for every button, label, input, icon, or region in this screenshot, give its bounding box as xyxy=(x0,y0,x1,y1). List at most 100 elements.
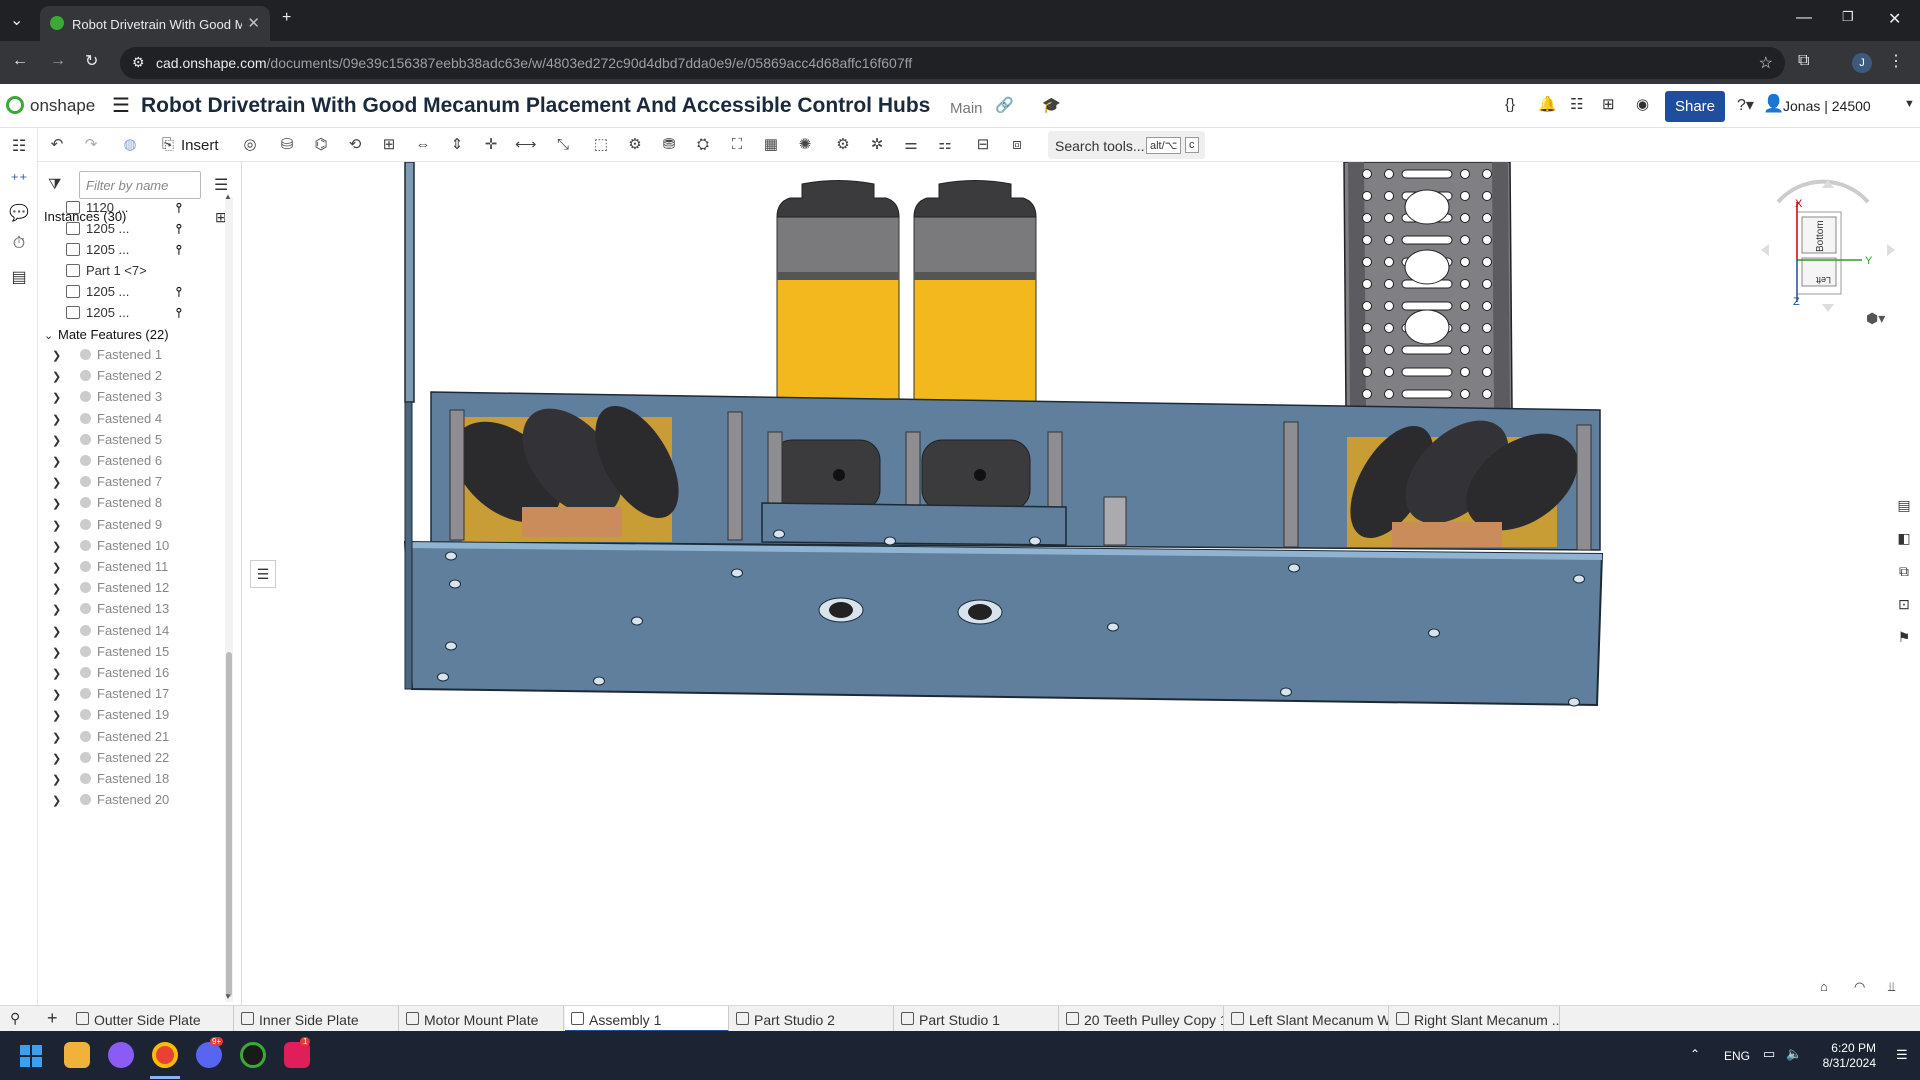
measure-icon[interactable]: ⊟ xyxy=(973,136,993,154)
chevron-right-icon[interactable]: ❯ xyxy=(52,561,66,574)
browser-tab[interactable]: Robot Drivetrain With Good Me ✕ xyxy=(40,6,270,41)
list-item[interactable]: 1205 ... ⫯ xyxy=(66,305,182,325)
bookmark-star-icon[interactable]: ☆ xyxy=(1759,53,1773,73)
planar-mate-icon[interactable]: ✛ xyxy=(481,136,501,154)
mate-list-item[interactable]: ❯ Fastened 9 xyxy=(52,517,162,538)
onshape-logo-icon[interactable] xyxy=(6,96,24,114)
element-tab[interactable]: Assembly 1 xyxy=(565,1006,729,1032)
chrome-icon[interactable] xyxy=(152,1042,178,1068)
view-options-icon[interactable]: ⬢▾ xyxy=(1866,310,1885,327)
mate-connector-icon[interactable]: ◎ xyxy=(240,136,260,154)
assembly-model[interactable]: X Y Z Bottom Left xyxy=(242,162,1920,1005)
mate-list-item[interactable]: ❯ Fastened 14 xyxy=(52,623,169,644)
exploded-view-icon[interactable]: ⫫ xyxy=(1888,979,1895,995)
window-close-icon[interactable]: ✕ xyxy=(1888,9,1901,29)
chevron-right-icon[interactable]: ❯ xyxy=(52,773,66,786)
render-studio-icon[interactable]: ◉ xyxy=(1636,95,1649,113)
chevron-right-icon[interactable]: ❯ xyxy=(52,370,66,383)
site-info-icon[interactable]: ⚙ xyxy=(132,54,145,71)
undo-icon[interactable]: ↶ xyxy=(47,136,67,154)
link-icon[interactable]: 🔗 xyxy=(995,96,1014,114)
user-menu[interactable]: Jonas | 24500 xyxy=(1783,98,1871,114)
bom-panel-icon[interactable]: ⚑ xyxy=(1893,629,1915,651)
feature-list-icon[interactable]: ☷ xyxy=(9,136,29,156)
tab-manager-icon[interactable]: ⚲ xyxy=(10,1010,20,1027)
mate-list-item[interactable]: ❯ Fastened 15 xyxy=(52,644,169,665)
mate-list-item[interactable]: ❯ Fastened 10 xyxy=(52,538,169,559)
configurations-icon[interactable]: ⧉ xyxy=(1893,563,1915,585)
filter-input[interactable]: Filter by name xyxy=(79,171,201,199)
element-tab[interactable]: Part Studio 1 xyxy=(895,1006,1059,1032)
cylindrical-mate-icon[interactable]: ⇔ xyxy=(413,136,433,154)
graphics-mode-icon[interactable]: ⌂ xyxy=(1820,979,1828,994)
filter-icon[interactable]: ⧩ xyxy=(48,176,61,193)
language-indicator[interactable]: ENG xyxy=(1724,1049,1750,1063)
document-title[interactable]: Robot Drivetrain With Good Mecanum Place… xyxy=(141,94,930,118)
element-tab[interactable]: Motor Mount Plate xyxy=(400,1006,564,1032)
new-tab-icon[interactable]: + xyxy=(282,9,291,27)
render-mode-icon[interactable]: ◠ xyxy=(1854,979,1865,995)
gear-relation-icon[interactable]: ⚙ xyxy=(625,136,645,154)
instances-icon[interactable]: ⁺⁺ xyxy=(9,170,29,190)
section-view-icon[interactable]: ⚏ xyxy=(935,136,955,154)
mate-list-item[interactable]: ❯ Fastened 13 xyxy=(52,601,169,622)
extensions-icon[interactable]: ⧉ xyxy=(1798,52,1809,70)
mate-list-item[interactable]: ❯ Fastened 3 xyxy=(52,389,162,410)
forward-icon[interactable]: → xyxy=(50,52,66,70)
mate-list-item[interactable]: ❯ Fastened 8 xyxy=(52,495,162,516)
network-icon[interactable]: ▭ xyxy=(1763,1046,1775,1062)
revolute-mate-icon[interactable]: ⟲ xyxy=(345,136,365,154)
slider-mate-icon[interactable]: ⊞ xyxy=(379,136,399,154)
chevron-right-icon[interactable]: ❯ xyxy=(52,391,66,404)
mate-list-item[interactable]: ❯ Fastened 12 xyxy=(52,580,169,601)
tab-search-chevron-icon[interactable]: ⌄ xyxy=(10,10,23,30)
hamburger-menu-icon[interactable]: ☰ xyxy=(112,93,130,118)
mate-list-item[interactable]: ❯ Fastened 20 xyxy=(52,792,169,813)
notifications-icon[interactable]: 🔔 xyxy=(1538,95,1557,113)
bom-icon[interactable]: ▤ xyxy=(9,267,29,287)
tangent-mate-icon[interactable]: ⤡ xyxy=(553,136,573,154)
panel-scrollbar-thumb[interactable] xyxy=(226,652,232,997)
branch-label[interactable]: Main xyxy=(950,100,983,117)
bounding-box-icon[interactable]: ⬚ xyxy=(591,136,611,154)
toggle-list-icon[interactable]: ☰ xyxy=(250,560,276,588)
element-tab[interactable]: Right Slant Mecanum ... xyxy=(1390,1006,1560,1032)
interference-icon[interactable]: ⧈ xyxy=(1007,136,1027,154)
appearance-panel-icon[interactable]: ◧ xyxy=(1893,530,1915,552)
back-icon[interactable]: ← xyxy=(12,52,28,70)
close-tab-icon[interactable]: ✕ xyxy=(247,14,260,32)
featurescript-icon[interactable]: {} xyxy=(1505,96,1515,113)
mate-list-item[interactable]: ❯ Fastened 11 xyxy=(52,559,168,580)
mate-list-item[interactable]: ❯ Fastened 18 xyxy=(52,771,169,792)
element-tab[interactable]: Outter Side Plate xyxy=(70,1006,234,1032)
windows-start-icon[interactable] xyxy=(20,1045,42,1067)
reload-icon[interactable]: ↻ xyxy=(85,51,98,71)
chrome-menu-icon[interactable]: ⋮ xyxy=(1888,51,1904,71)
mass-properties-icon[interactable]: ⚌ xyxy=(901,136,921,154)
mate-list-item[interactable]: ❯ Fastened 5 xyxy=(52,432,162,453)
chevron-right-icon[interactable]: ❯ xyxy=(52,752,66,765)
mate-list-item[interactable]: ❯ Fastened 7 xyxy=(52,474,162,495)
learning-center-icon[interactable]: 🎓 xyxy=(1042,96,1061,114)
chevron-down-icon[interactable]: ⌄ xyxy=(44,329,58,342)
simulation-icon[interactable]: ✲ xyxy=(867,136,887,154)
chevron-right-icon[interactable]: ❯ xyxy=(52,709,66,722)
mate-list-item[interactable]: ❯ Fastened 2 xyxy=(52,368,162,389)
chevron-right-icon[interactable]: ❯ xyxy=(52,497,66,510)
onshape-logo-text[interactable]: onshape xyxy=(30,96,95,116)
redo-icon[interactable]: ↷ xyxy=(81,136,101,154)
chevron-right-icon[interactable]: ❯ xyxy=(52,455,66,468)
list-item[interactable]: 1120 ... ⫯ xyxy=(66,200,182,220)
chevron-right-icon[interactable]: ❯ xyxy=(52,434,66,447)
mate-list-item[interactable]: ❯ Fastened 19 xyxy=(52,707,169,728)
screw-relation-icon[interactable]: ⛭ xyxy=(693,136,713,154)
chevron-right-icon[interactable]: ❯ xyxy=(52,794,66,807)
insert-button[interactable]: Insert xyxy=(181,137,219,154)
mate-list-item[interactable]: ❯ Fastened 17 xyxy=(52,686,169,707)
animate-icon[interactable]: ⚙ xyxy=(833,136,853,154)
mate-list-item[interactable]: ❯ Fastened 1 xyxy=(52,347,162,368)
chevron-right-icon[interactable]: ❯ xyxy=(52,349,66,362)
onshape-app-icon[interactable] xyxy=(240,1042,266,1068)
chevron-right-icon[interactable]: ❯ xyxy=(52,519,66,532)
mate-list-item[interactable]: ❯ Fastened 6 xyxy=(52,453,162,474)
